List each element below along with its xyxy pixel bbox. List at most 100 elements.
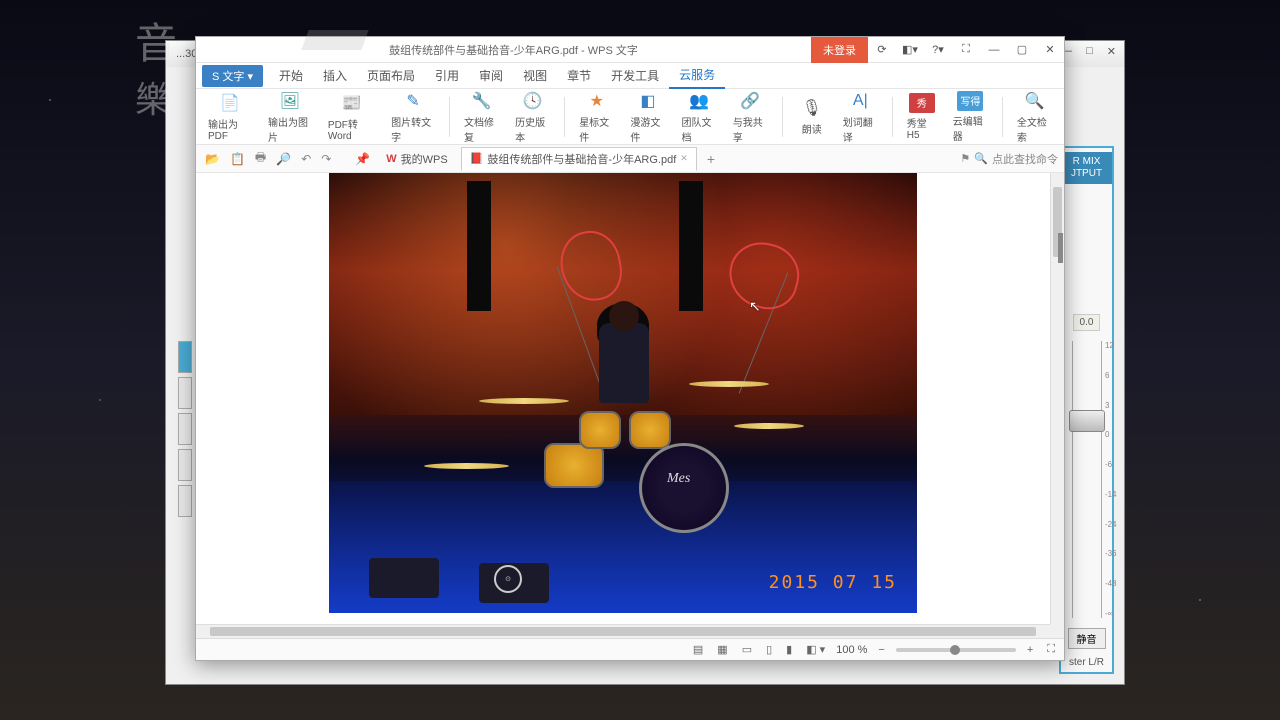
ribbon-label: 朗读 bbox=[802, 121, 822, 136]
hscroll-thumb[interactable] bbox=[210, 627, 1036, 636]
ribbon-separator bbox=[1002, 97, 1003, 137]
pin-icon[interactable]: ⛶ bbox=[952, 37, 980, 63]
zoom-slider[interactable] bbox=[896, 648, 1016, 652]
menu-reference[interactable]: 引用 bbox=[425, 63, 469, 88]
mixer-tab-3[interactable] bbox=[178, 413, 192, 445]
view-mode-4-icon[interactable]: ▯ bbox=[763, 643, 775, 656]
preview-icon[interactable]: 🔎 bbox=[273, 152, 294, 166]
close-icon[interactable]: ✕ bbox=[1036, 37, 1064, 63]
menu-cloud[interactable]: 云服务 bbox=[669, 62, 725, 89]
speaker-right bbox=[679, 181, 703, 311]
tab-mywps[interactable]: W 我的WPS bbox=[377, 147, 456, 171]
monitor-logo: ⊙ bbox=[494, 565, 522, 593]
ribbon-label: 漫游文件 bbox=[630, 114, 665, 144]
document-viewport[interactable]: Mes ⊙ 2015 07 15 ↖ bbox=[196, 173, 1064, 638]
login-badge[interactable]: 未登录 bbox=[811, 37, 868, 63]
ribbon-label: 团队文档 bbox=[682, 114, 717, 144]
open-icon[interactable]: 📂 bbox=[202, 152, 223, 166]
app-menu-dropdown[interactable]: S 文字 ▾ bbox=[202, 65, 263, 87]
ribbon-label: PDF转Word bbox=[328, 116, 375, 142]
zoom-slider-thumb[interactable] bbox=[950, 645, 960, 655]
ribbon-icon: 写得 bbox=[957, 91, 983, 111]
ribbon-label: 秀堂H5 bbox=[907, 115, 937, 141]
help-icon[interactable]: ?▾ bbox=[924, 37, 952, 63]
view-mode-3-icon[interactable]: ▭ bbox=[739, 643, 755, 656]
mixer-master-panel: R MIX JTPUT 0.0 12 6 3 0 -6 -14 -24 -36 … bbox=[1059, 146, 1114, 674]
command-search[interactable]: ⚑ 🔍 点此查找命令 bbox=[960, 151, 1058, 167]
mixer-max-icon[interactable]: □ bbox=[1086, 45, 1093, 58]
menu-review[interactable]: 审阅 bbox=[469, 63, 513, 88]
ribbon-icon: 🔍 bbox=[1023, 90, 1045, 112]
theme-icon[interactable]: ◧▾ bbox=[896, 37, 924, 63]
flag-icon: ⚑ bbox=[960, 152, 970, 165]
ribbon-朗读[interactable]: 🎙朗读 bbox=[791, 95, 833, 138]
view-mode-1-icon[interactable]: ▤ bbox=[690, 643, 706, 656]
zoom-in-icon[interactable]: + bbox=[1024, 644, 1036, 656]
ribbon-图片转文字[interactable]: ✎图片转文字 bbox=[385, 88, 441, 146]
ribbon-划词翻译[interactable]: A|划词翻译 bbox=[837, 88, 884, 146]
cymbal-crash-right bbox=[734, 423, 804, 429]
tab-add-icon[interactable]: + bbox=[701, 151, 721, 167]
ribbon-separator bbox=[892, 97, 893, 137]
mixer-tab-5[interactable] bbox=[178, 485, 192, 517]
horizontal-scrollbar[interactable] bbox=[196, 624, 1050, 638]
mixer-tab-4[interactable] bbox=[178, 449, 192, 481]
mute-button[interactable]: 静音 bbox=[1068, 628, 1106, 649]
menu-start[interactable]: 开始 bbox=[269, 63, 313, 88]
sync-icon[interactable]: ⟳ bbox=[868, 37, 896, 63]
mixer-level-value[interactable]: 0.0 bbox=[1073, 314, 1101, 331]
tab-close-icon[interactable]: ✕ bbox=[680, 153, 688, 164]
view-mode-6-icon[interactable]: ◧ ▾ bbox=[803, 643, 828, 656]
vertical-scrollbar[interactable] bbox=[1050, 173, 1064, 624]
maximize-icon[interactable]: ▢ bbox=[1008, 37, 1036, 63]
mixer-tab-1[interactable] bbox=[178, 341, 192, 373]
ribbon-星标文件[interactable]: ★星标文件 bbox=[573, 88, 620, 146]
ribbon-全文检索[interactable]: 🔍全文检索 bbox=[1011, 88, 1058, 146]
wps-titlebar[interactable]: 鼓组传统部件与基础拾音-少年ARG.pdf - WPS 文字 未登录 ⟳ ◧▾ … bbox=[196, 37, 1064, 63]
rack-tom-1 bbox=[579, 411, 621, 449]
ribbon-PDF转Word[interactable]: 📰PDF转Word bbox=[322, 90, 381, 144]
menu-chapter[interactable]: 章节 bbox=[557, 63, 601, 88]
view-mode-2-icon[interactable]: ▦ bbox=[714, 643, 730, 656]
ribbon-与我共享[interactable]: 🔗与我共享 bbox=[727, 88, 774, 146]
minimize-icon[interactable]: — bbox=[980, 37, 1008, 63]
fader-knob[interactable] bbox=[1069, 410, 1105, 432]
ribbon-输出为PDF[interactable]: 📄输出为PDF bbox=[202, 90, 258, 144]
print-icon[interactable]: 🖶 bbox=[252, 148, 269, 169]
ribbon-icon: 📰 bbox=[341, 92, 363, 114]
mixer-fader[interactable]: 12 6 3 0 -6 -14 -24 -36 -48 -∞ bbox=[1072, 341, 1102, 618]
ribbon-输出为图片[interactable]: 🖼输出为图片 bbox=[262, 88, 318, 146]
redo-icon[interactable]: ↷ bbox=[318, 152, 334, 166]
zoom-out-icon[interactable]: − bbox=[875, 644, 887, 656]
ribbon-separator bbox=[782, 97, 783, 137]
menu-insert[interactable]: 插入 bbox=[313, 63, 357, 88]
ribbon-icon: ◧ bbox=[637, 90, 659, 112]
document-photo: Mes ⊙ 2015 07 15 ↖ bbox=[329, 173, 917, 613]
zoom-value[interactable]: 100 % bbox=[836, 644, 867, 656]
ribbon-漫游文件[interactable]: ◧漫游文件 bbox=[624, 88, 671, 146]
undo-icon[interactable]: ↶ bbox=[298, 152, 314, 166]
menu-view[interactable]: 视图 bbox=[513, 63, 557, 88]
ribbon-秀堂H5[interactable]: 秀秀堂H5 bbox=[901, 91, 943, 143]
ribbon-label: 历史版本 bbox=[515, 114, 550, 144]
save-icon[interactable]: 📋 bbox=[227, 152, 248, 166]
wps-ribbon: 📄输出为PDF🖼输出为图片📰PDF转Word✎图片转文字🔧文档修复🕓历史版本★星… bbox=[196, 89, 1064, 145]
menu-layout[interactable]: 页面布局 bbox=[357, 63, 425, 88]
menu-devtools[interactable]: 开发工具 bbox=[601, 63, 669, 88]
drummer-figure bbox=[599, 323, 649, 403]
pin-tab-icon[interactable]: 📌 bbox=[352, 152, 373, 166]
search-icon: 🔍 bbox=[974, 152, 988, 165]
tab-document[interactable]: 📕 鼓组传统部件与基础拾音-少年ARG.pdf ✕ bbox=[461, 147, 697, 171]
ribbon-label: 星标文件 bbox=[579, 114, 614, 144]
fullscreen-icon[interactable]: ⛶ bbox=[1044, 643, 1058, 656]
mixer-left-tabs bbox=[178, 341, 192, 521]
mixer-close-icon[interactable]: ✕ bbox=[1107, 45, 1116, 58]
ribbon-历史版本[interactable]: 🕓历史版本 bbox=[509, 88, 556, 146]
ribbon-icon: 秀 bbox=[909, 93, 935, 113]
mixer-tab-2[interactable] bbox=[178, 377, 192, 409]
ribbon-团队文档[interactable]: 👥团队文档 bbox=[676, 88, 723, 146]
ribbon-icon: 🔗 bbox=[739, 90, 761, 112]
ribbon-文档修复[interactable]: 🔧文档修复 bbox=[458, 88, 505, 146]
ribbon-云编辑器[interactable]: 写得云编辑器 bbox=[947, 89, 994, 145]
view-mode-5-icon[interactable]: ▮ bbox=[783, 643, 795, 656]
